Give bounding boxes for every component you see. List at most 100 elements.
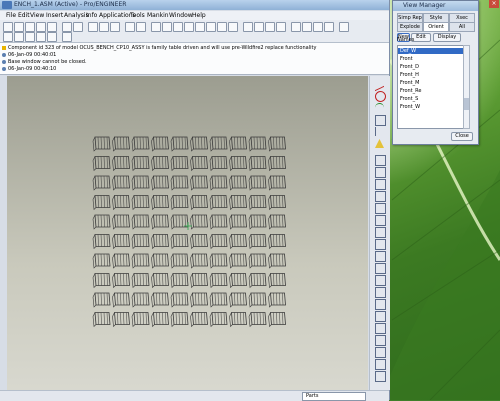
menu-file[interactable]: File xyxy=(6,12,16,19)
bench-instance[interactable] xyxy=(151,156,169,172)
bench-instance[interactable] xyxy=(151,253,169,269)
hole-icon[interactable] xyxy=(375,203,386,214)
bench-instance[interactable] xyxy=(170,136,189,152)
bench-instance[interactable] xyxy=(190,136,208,152)
wireframe-icon[interactable] xyxy=(243,22,253,32)
bench-instance[interactable] xyxy=(248,292,267,308)
redo-icon[interactable] xyxy=(73,22,83,32)
bench-instance[interactable] xyxy=(92,234,111,250)
graphics-window[interactable] xyxy=(7,76,368,390)
circle-icon[interactable] xyxy=(375,91,386,102)
desktop-close-icon[interactable]: × xyxy=(489,0,499,8)
sweep-icon[interactable] xyxy=(375,179,386,190)
bench-instance[interactable] xyxy=(190,234,208,250)
bench-instance[interactable] xyxy=(190,292,208,308)
tab-orient[interactable]: Orient xyxy=(423,22,449,32)
bench-instance[interactable] xyxy=(209,175,228,191)
bench-instance[interactable] xyxy=(170,175,189,191)
bench-instance[interactable] xyxy=(112,273,130,289)
menu-window[interactable]: Window xyxy=(169,12,193,19)
bench-instance[interactable] xyxy=(209,273,228,289)
bench-instance[interactable] xyxy=(248,136,267,152)
bench-instance[interactable] xyxy=(268,253,286,269)
bench-instance[interactable] xyxy=(248,214,267,230)
bench-instance[interactable] xyxy=(151,214,169,230)
menu-mankin[interactable]: Mankin xyxy=(147,12,169,19)
bench-instance[interactable] xyxy=(112,312,130,328)
line-icon[interactable] xyxy=(375,76,384,92)
view-list-item[interactable]: Front_H xyxy=(400,72,419,78)
solidify-icon[interactable] xyxy=(375,347,386,358)
assemble-icon[interactable] xyxy=(25,32,35,42)
bench-instance[interactable] xyxy=(92,273,111,289)
paste-icon[interactable] xyxy=(110,22,120,32)
sketch-icon[interactable] xyxy=(3,32,13,42)
bench-instance[interactable] xyxy=(131,292,150,308)
offset-icon[interactable] xyxy=(375,323,386,334)
bench-instance[interactable] xyxy=(248,234,267,250)
saved-views-icon[interactable] xyxy=(206,22,216,32)
view-list-item[interactable]: Front_W xyxy=(400,104,420,110)
mirror-icon[interactable] xyxy=(375,287,386,298)
bench-instance[interactable] xyxy=(229,136,247,152)
view-manager-icon[interactable] xyxy=(228,22,238,32)
component-icon[interactable] xyxy=(14,32,24,42)
close-button[interactable]: Close xyxy=(451,132,473,141)
bench-instance[interactable] xyxy=(170,312,189,328)
bench-instance[interactable] xyxy=(268,292,286,308)
rib-icon[interactable] xyxy=(375,227,386,238)
bench-instance[interactable] xyxy=(92,312,111,328)
csys-icon[interactable] xyxy=(324,22,334,32)
bench-instance[interactable] xyxy=(170,253,189,269)
bench-instance[interactable] xyxy=(112,234,130,250)
bench-instance[interactable] xyxy=(131,175,150,191)
datum-axis-icon[interactable] xyxy=(375,127,385,136)
bench-instance[interactable] xyxy=(190,312,208,328)
bench-instance[interactable] xyxy=(229,156,247,172)
bench-instance[interactable] xyxy=(170,156,189,172)
bench-instance[interactable] xyxy=(112,156,130,172)
bench-instance[interactable] xyxy=(209,195,228,211)
refit-icon[interactable] xyxy=(184,22,194,32)
shell-icon[interactable] xyxy=(375,215,386,226)
bench-instance[interactable] xyxy=(268,156,286,172)
datum-plane-icon[interactable] xyxy=(375,115,386,126)
bench-instance[interactable] xyxy=(112,253,130,269)
bench-instance[interactable] xyxy=(190,214,208,230)
bench-instance[interactable] xyxy=(209,253,228,269)
bench-instance[interactable] xyxy=(190,253,208,269)
pattern-icon[interactable] xyxy=(375,275,386,286)
zoom-out-icon[interactable] xyxy=(173,22,183,32)
datum-axes-icon[interactable] xyxy=(302,22,312,32)
point-icon[interactable] xyxy=(313,22,323,32)
draft-icon[interactable] xyxy=(375,239,386,250)
bench-instance[interactable] xyxy=(248,175,267,191)
bench-instance[interactable] xyxy=(151,234,169,250)
bench-instance[interactable] xyxy=(209,156,228,172)
bench-instance[interactable] xyxy=(190,156,208,172)
bench-instance[interactable] xyxy=(209,312,228,328)
bench-instance[interactable] xyxy=(229,234,247,250)
bench-instance[interactable] xyxy=(229,175,247,191)
bench-instance[interactable] xyxy=(268,234,286,250)
menu-info[interactable]: Info xyxy=(86,12,97,19)
bench-instance[interactable] xyxy=(92,136,111,152)
scrollbar-thumb[interactable] xyxy=(464,98,469,110)
display-button[interactable]: Display xyxy=(433,33,461,42)
bench-instance[interactable] xyxy=(151,273,169,289)
bench-instance[interactable] xyxy=(151,312,169,328)
bench-instance[interactable] xyxy=(112,136,130,152)
view-list-item[interactable]: Front_Re xyxy=(400,88,421,94)
bench-instance[interactable] xyxy=(209,292,228,308)
bench-instance[interactable] xyxy=(131,156,150,172)
bench-instance[interactable] xyxy=(131,312,150,328)
bench-instance[interactable] xyxy=(112,175,130,191)
bench-instance[interactable] xyxy=(151,292,169,308)
bench-instance[interactable] xyxy=(229,312,247,328)
bench-instance[interactable] xyxy=(209,214,228,230)
bench-instance[interactable] xyxy=(170,292,189,308)
undo-icon[interactable] xyxy=(62,22,72,32)
bench-instance[interactable] xyxy=(248,273,267,289)
thicken-icon[interactable] xyxy=(375,335,386,346)
copy-icon[interactable] xyxy=(99,22,109,32)
